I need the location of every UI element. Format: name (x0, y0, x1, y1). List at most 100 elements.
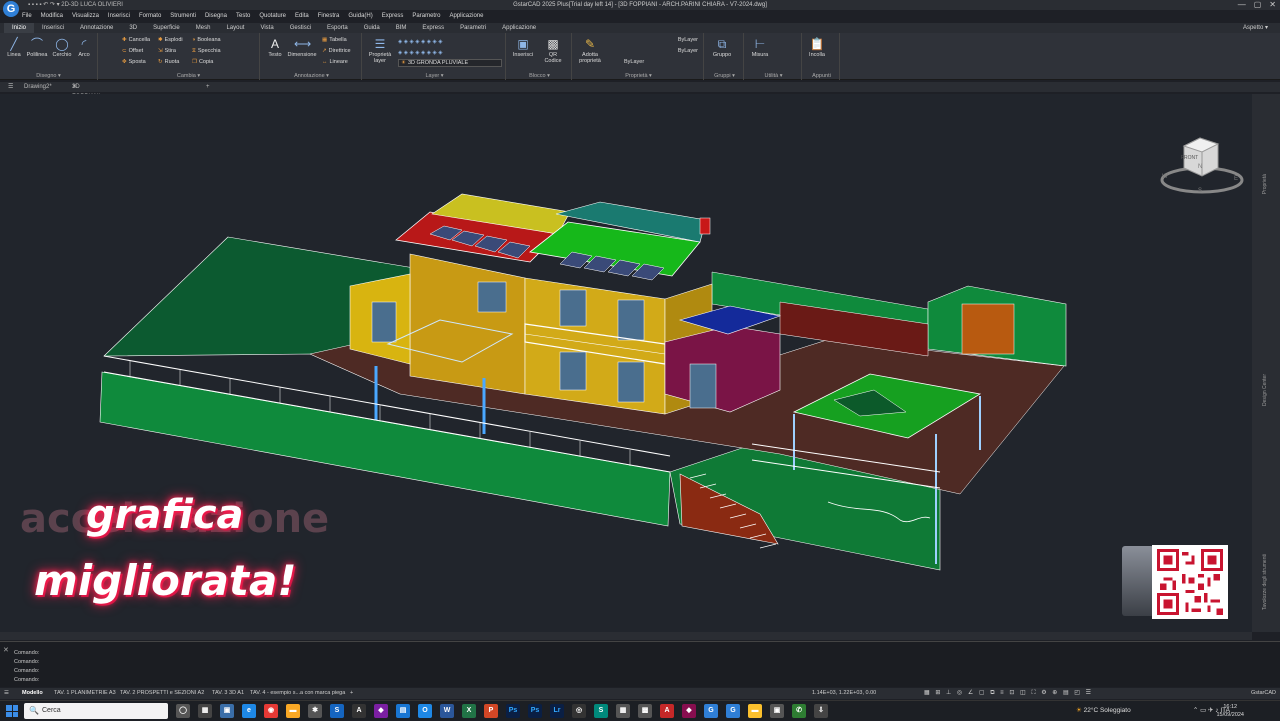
edge-icon[interactable]: e (242, 704, 256, 718)
cancella-button[interactable]: ✚ Cancella (122, 37, 150, 43)
acrobat-icon[interactable]: A (660, 704, 674, 718)
taskbar-search-input[interactable]: 🔍 Cerca (24, 703, 168, 719)
tab-inserisci[interactable]: Inserisci (34, 23, 72, 33)
tab-vista[interactable]: Vista (252, 23, 281, 33)
appearance-dropdown[interactable]: Aspetto ▾ (1243, 23, 1268, 33)
whatsapp-icon[interactable]: ✆ (792, 704, 806, 718)
direttrice-button[interactable]: ↗ Direttrice (322, 48, 351, 54)
sposta-button[interactable]: ✥ Sposta (122, 59, 146, 65)
vertical-scrollbar[interactable]: Proprietà Design Center Tavolozze degli … (1252, 94, 1280, 632)
compass-e[interactable]: E (1234, 176, 1238, 182)
menu-disegna[interactable]: Disegna (205, 11, 227, 21)
weather-widget[interactable]: ☀ 22°C Soleggiato (1076, 701, 1131, 721)
menu-modifica[interactable]: Modifica (41, 11, 63, 21)
tab-express[interactable]: Express (414, 23, 452, 33)
hamburger-menu-icon[interactable]: ☰ (2, 82, 19, 92)
menu-edita[interactable]: Edita (295, 11, 309, 21)
tab-layout[interactable]: Layout (218, 23, 252, 33)
panel-disegno-title[interactable]: Disegno ▾ (0, 73, 97, 79)
app-logo-icon[interactable]: G (3, 1, 19, 17)
stira-button[interactable]: ⇲ Stira (158, 48, 176, 54)
maximize-button[interactable]: ▢ (1254, 0, 1262, 10)
layout-tab-tav2[interactable]: TAV. 2 PROSPETTI e SEZIONI A2 (120, 688, 204, 699)
panel-utilita-title[interactable]: Utilità ▾ (746, 73, 801, 79)
app-icon-9[interactable]: ▦ (616, 704, 630, 718)
layout-menu-icon[interactable]: ☰ (4, 688, 9, 699)
tab-3d[interactable]: 3D (121, 23, 145, 33)
side-panel-tool-palettes[interactable]: Tavolozze degli strumenti (1262, 554, 1268, 610)
proprieta-layer-button[interactable]: ☰ Proprietà layer (366, 37, 394, 64)
new-tab-button[interactable]: + (200, 82, 216, 92)
menu-strumenti[interactable]: Strumenti (170, 11, 196, 21)
app-icon-14[interactable]: ⇩ (814, 704, 828, 718)
inserisci-blocco-button[interactable]: ▣ Inserisci (510, 37, 536, 58)
compass-s[interactable]: S (1198, 188, 1202, 194)
app-icon-13[interactable]: ▣ (770, 704, 784, 718)
app-icon-2[interactable]: ✱ (308, 704, 322, 718)
app-icon-6[interactable]: ▤ (396, 704, 410, 718)
copia-button[interactable]: ❐ Copia (192, 59, 213, 65)
qr-codice-button[interactable]: ▩ QR Codice (540, 37, 566, 64)
app-icon-1[interactable]: ▣ (220, 704, 234, 718)
status-toggles[interactable]: ▦ ⊞ ⊥ ◎ ∠ ▢ ⧉ ≡ ⊡ ◫ ⛶ ⚙ ⊕ ▤ ◰ ☰ (924, 688, 1093, 699)
app-icon-10[interactable]: ▩ (638, 704, 652, 718)
tabella-button[interactable]: ▦ Tabella (322, 37, 347, 43)
panel-cambia-title[interactable]: Cambia ▾ (118, 73, 259, 79)
gstarcad-icon[interactable]: G (704, 704, 718, 718)
panel-gruppi-title[interactable]: Gruppi ▾ (706, 73, 743, 79)
offset-button[interactable]: ⊂ Offset (122, 48, 143, 54)
panel-layer-title[interactable]: Layer ▾ (364, 73, 505, 79)
menu-quotature[interactable]: Quotature (259, 11, 286, 21)
outlook-icon[interactable]: O (418, 704, 432, 718)
lineweight-dropdown[interactable]: ByLayer (608, 59, 698, 65)
tab-bim[interactable]: BIM (388, 23, 415, 33)
horizontal-scrollbar[interactable] (0, 632, 1252, 640)
tab-mesh[interactable]: Mesh (188, 23, 219, 33)
layout-tab-tav1[interactable]: TAV. 1 PLANIMETRIE A3 (54, 688, 116, 699)
panel-proprieta-title[interactable]: Proprietà ▾ (574, 73, 703, 79)
app-icon-11[interactable]: ◆ (682, 704, 696, 718)
task-view-icon[interactable]: ◯ (176, 704, 190, 718)
dimensione-button[interactable]: ⟷ Dimensione (286, 37, 318, 58)
file-explorer-icon[interactable]: ▬ (286, 704, 300, 718)
quick-access-toolbar[interactable]: ▪ ▪ ▪ ▪ ↶ ↷ ▾ 2D-3D LUCA OLIVIERI (28, 0, 123, 10)
menu-express[interactable]: Express (382, 11, 404, 21)
doc-tab-drawing2[interactable]: Drawing2* (18, 82, 58, 92)
layout-tab-tav3[interactable]: TAV. 3 3D A1 (212, 688, 244, 699)
excel-icon[interactable]: X (462, 704, 476, 718)
layer-tools-row-2[interactable]: ◈ ◈ ◈ ◈ ◈ ◈ ◈ ◈ (398, 50, 443, 56)
menu-parametro[interactable]: Parametro (412, 11, 440, 21)
powerpoint-icon[interactable]: P (484, 704, 498, 718)
incolla-button[interactable]: 📋 Incolla (806, 37, 828, 58)
tab-parametri[interactable]: Parametri (452, 23, 494, 33)
panel-blocco-title[interactable]: Blocco ▾ (508, 73, 571, 79)
app-icon-12[interactable]: ▬ (748, 704, 762, 718)
tab-esporta[interactable]: Esporta (319, 23, 356, 33)
app-icon-5[interactable]: ◆ (374, 704, 388, 718)
viewcube[interactable]: FRONT N E S W (1160, 134, 1244, 198)
close-button[interactable]: ✕ (1269, 0, 1276, 10)
drawing-canvas[interactable]: FRONT N E S W accelerazione grafica migl… (0, 94, 1252, 632)
layout-tab-add[interactable]: + (350, 688, 353, 699)
tab-superficie[interactable]: Superficie (145, 23, 188, 33)
close-command-icon[interactable]: ✕ (3, 646, 9, 654)
layer-tools-row[interactable]: ◈ ◈ ◈ ◈ ◈ ◈ ◈ ◈ (398, 39, 443, 45)
app-icon-4[interactable]: A (352, 704, 366, 718)
ruota-button[interactable]: ↻ Ruota (158, 59, 179, 65)
windows-start-icon[interactable] (6, 705, 18, 717)
specchia-button[interactable]: ⧖ Specchia (192, 48, 221, 55)
app-icon-3[interactable]: S (330, 704, 344, 718)
app-icon-8[interactable]: S (594, 704, 608, 718)
layout-tab-modello[interactable]: Modello (22, 688, 43, 699)
adotta-proprieta-button[interactable]: ✎ Adotta proprietà (576, 37, 604, 64)
tab-applicazione[interactable]: Applicazione (494, 23, 544, 33)
linetype-dropdown[interactable]: ByLayer (608, 48, 698, 54)
layout-tab-tav4[interactable]: TAV. 4 - esempio s...a con marca piega (250, 688, 345, 699)
menu-formato[interactable]: Formato (139, 11, 161, 21)
side-panel-design-center[interactable]: Design Center (1262, 374, 1268, 406)
compass-w[interactable]: W (1162, 174, 1168, 180)
gruppo-button[interactable]: ⧉ Gruppo (708, 37, 736, 58)
cerchio-button[interactable]: ◯ Cerchio (50, 37, 74, 58)
tab-guida[interactable]: Guida (356, 23, 388, 33)
chrome-icon[interactable]: ◉ (264, 704, 278, 718)
